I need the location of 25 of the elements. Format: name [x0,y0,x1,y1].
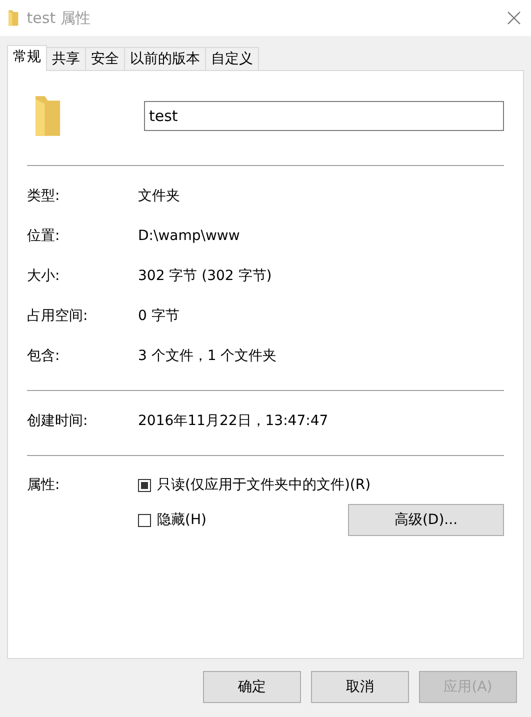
property-label: 类型: [27,187,61,205]
property-label: 占用空间: [27,307,89,325]
property-label: 创建时间: [27,412,89,430]
close-icon[interactable] [507,11,521,25]
dialog-button[interactable]: 确定 [203,671,301,703]
property-label: 位置: [27,227,61,245]
property-value: 文件夹 [138,187,180,205]
tab[interactable]: 常规 [7,45,47,71]
advanced-button[interactable]: 高级(D)... [348,504,504,536]
attribute-checkbox[interactable]: 隐藏(H) [138,511,206,529]
property-value: 0 字节 [138,307,180,325]
tab[interactable]: 自定义 [205,47,259,71]
property-label: 大小: [27,267,61,285]
window-title: test 属性 [26,8,92,28]
property-value: 302 字节 (302 字节) [138,267,272,285]
dialog-button[interactable]: 取消 [311,671,409,703]
property-value: 2016年11月22日，13:47:47 [138,412,328,430]
property-value: 3 个文件，1 个文件夹 [138,347,277,365]
name-field[interactable]: test [144,101,504,131]
folder-icon [34,93,62,139]
attributes-label: 属性: [27,476,61,494]
attribute-checkbox[interactable]: 只读(仅应用于文件夹中的文件)(R) [138,476,371,494]
property-value: D:\wamp\www [138,228,240,244]
folder-icon [8,9,19,27]
property-label: 包含: [27,347,61,365]
